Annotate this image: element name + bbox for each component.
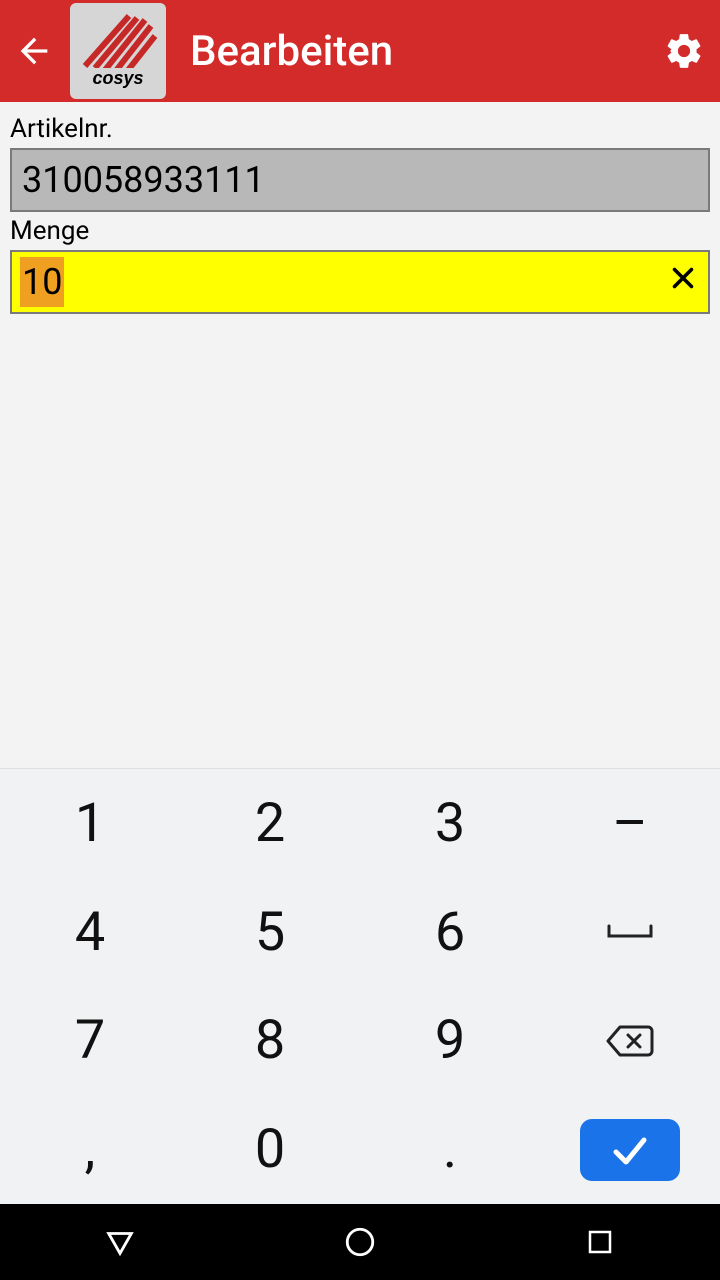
menge-label: Menge <box>10 216 710 246</box>
key-backspace[interactable] <box>540 987 720 1096</box>
key-3[interactable]: 3 <box>360 769 540 878</box>
key-7[interactable]: 7 <box>0 987 180 1096</box>
app-logo: cosys <box>70 3 166 99</box>
key-9[interactable]: 9 <box>360 987 540 1096</box>
key-enter[interactable] <box>540 1095 720 1204</box>
enter-button[interactable] <box>580 1119 680 1181</box>
android-navbar <box>0 1204 720 1280</box>
key-space[interactable] <box>540 878 720 987</box>
key-6[interactable]: 6 <box>360 878 540 987</box>
artikel-value: 310058933111 <box>22 159 265 201</box>
form-area: Artikelnr. 310058933111 Menge 10 <box>0 102 720 322</box>
page-title: Bearbeiten <box>190 27 646 76</box>
key-2[interactable]: 2 <box>180 769 360 878</box>
menge-field[interactable]: 10 <box>10 250 710 314</box>
artikel-label: Artikelnr. <box>10 114 710 144</box>
key-1[interactable]: 1 <box>0 769 180 878</box>
key-comma[interactable]: , <box>0 1095 180 1204</box>
key-dash[interactable]: – <box>540 769 720 878</box>
svg-text:cosys: cosys <box>92 68 143 88</box>
key-4[interactable]: 4 <box>0 878 180 987</box>
nav-back-icon[interactable] <box>100 1222 140 1262</box>
artikel-field[interactable]: 310058933111 <box>10 148 710 212</box>
key-8[interactable]: 8 <box>180 987 360 1096</box>
nav-recent-icon[interactable] <box>580 1222 620 1262</box>
menge-value: 10 <box>20 257 64 307</box>
numeric-keypad: 1 2 3 – 4 5 6 7 8 9 , 0 . <box>0 768 720 1204</box>
key-0[interactable]: 0 <box>180 1095 360 1204</box>
key-5[interactable]: 5 <box>180 878 360 987</box>
settings-button[interactable] <box>662 29 706 73</box>
clear-icon[interactable] <box>666 261 700 304</box>
back-button[interactable] <box>14 31 54 71</box>
app-header: cosys Bearbeiten <box>0 0 720 102</box>
nav-home-icon[interactable] <box>340 1222 380 1262</box>
key-dot[interactable]: . <box>360 1095 540 1204</box>
